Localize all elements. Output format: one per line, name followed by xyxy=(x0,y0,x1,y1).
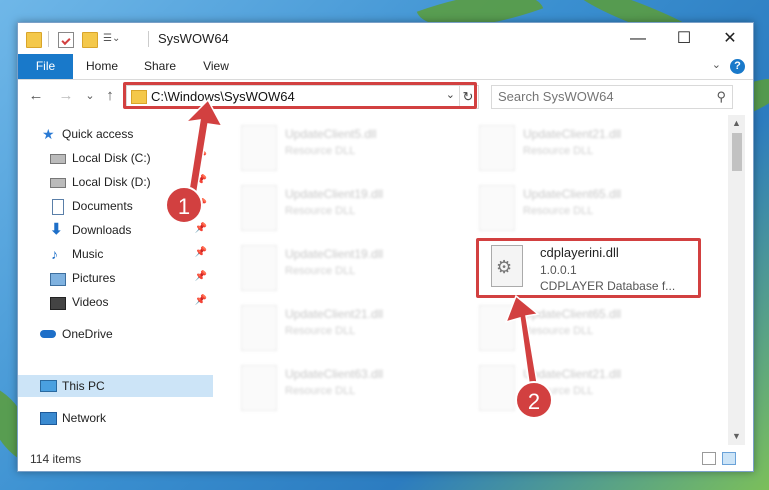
callout-two: 2 xyxy=(515,381,553,419)
callout-one: 1 xyxy=(165,186,203,224)
arrow-two xyxy=(504,294,540,391)
arrow-one xyxy=(183,98,224,199)
annotation-arrows xyxy=(183,98,540,391)
